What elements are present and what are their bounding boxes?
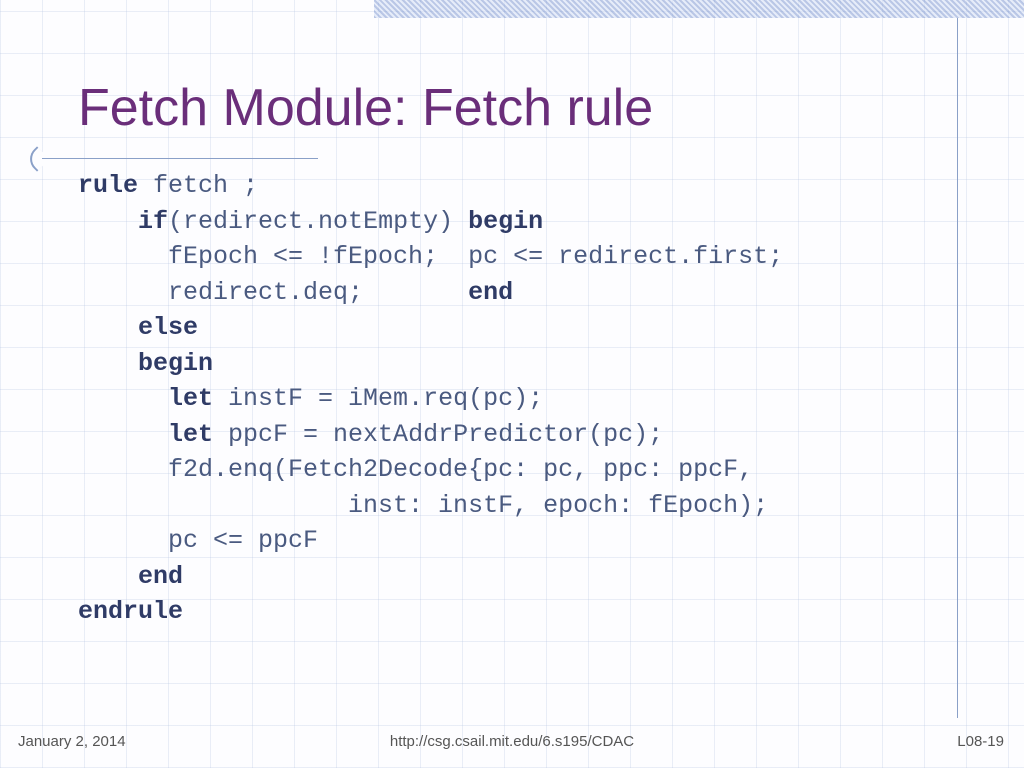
title-underline [28, 150, 318, 168]
keyword-end: end [138, 562, 183, 591]
code-line: let ppcF = nextAddrPredictor(pc); [78, 420, 663, 449]
footer-url: http://csg.csail.mit.edu/6.s195/CDAC [0, 733, 1024, 750]
slide: Fetch Module: Fetch rule rule fetch ; if… [0, 0, 1024, 768]
code-line: begin [78, 349, 213, 378]
keyword-begin: begin [468, 207, 543, 236]
code-line: redirect.deq; end [78, 278, 513, 307]
code-line: rule fetch ; [78, 171, 258, 200]
underline-line [42, 158, 318, 159]
keyword-if: if [138, 207, 168, 236]
footer-page: L08-19 [957, 733, 1004, 750]
keyword-rule: rule [78, 171, 138, 200]
keyword-endrule: endrule [78, 597, 183, 626]
keyword-end: end [468, 278, 513, 307]
code-line: let instF = iMem.req(pc); [78, 384, 543, 413]
keyword-let: let [168, 384, 213, 413]
code-block: rule fetch ; if(redirect.notEmpty) begin… [78, 168, 964, 630]
code-line: pc <= ppcF [78, 526, 318, 555]
code-line: end [78, 562, 183, 591]
code-line: else [78, 313, 198, 342]
underline-bullet-icon [24, 146, 49, 171]
code-line: fEpoch <= !fEpoch; pc <= redirect.first; [78, 242, 783, 271]
top-decoration-bar [374, 0, 1024, 18]
code-line: endrule [78, 597, 183, 626]
code-line: if(redirect.notEmpty) begin [78, 207, 543, 236]
keyword-let: let [168, 420, 213, 449]
slide-title: Fetch Module: Fetch rule [78, 78, 653, 138]
footer: January 2, 2014 http://csg.csail.mit.edu… [0, 726, 1024, 750]
keyword-begin: begin [138, 349, 213, 378]
code-line: inst: instF, epoch: fEpoch); [78, 491, 768, 520]
keyword-else: else [138, 313, 198, 342]
code-line: f2d.enq(Fetch2Decode{pc: pc, ppc: ppcF, [78, 455, 753, 484]
